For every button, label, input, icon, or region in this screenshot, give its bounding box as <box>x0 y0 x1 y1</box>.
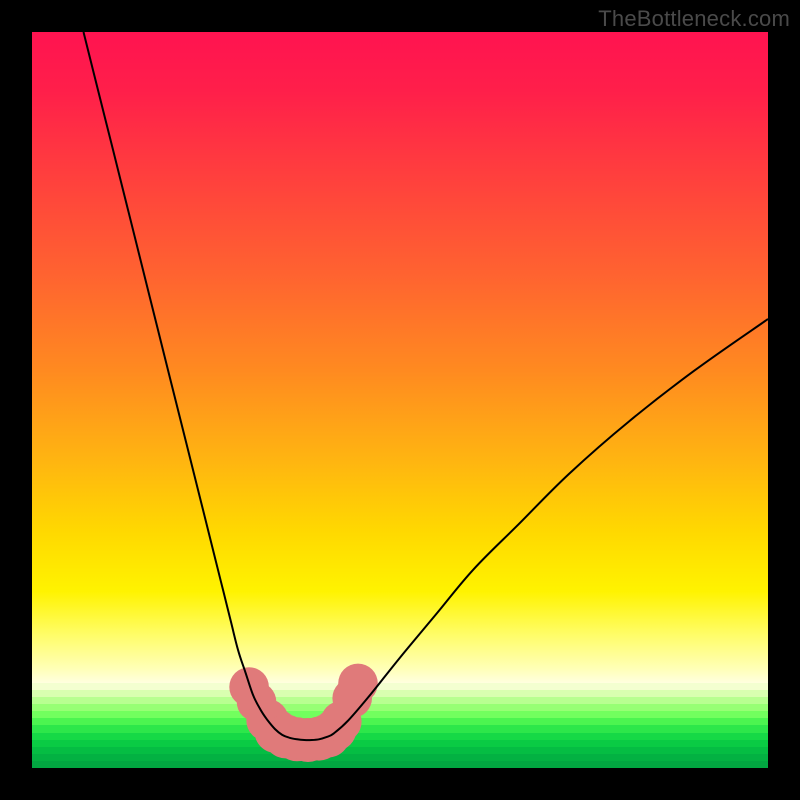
bottleneck-curve <box>84 32 769 740</box>
data-marker <box>338 664 378 704</box>
watermark-text: TheBottleneck.com <box>598 6 790 32</box>
curve-layer <box>32 32 768 768</box>
chart-frame: TheBottleneck.com <box>0 0 800 800</box>
plot-area <box>32 32 768 768</box>
